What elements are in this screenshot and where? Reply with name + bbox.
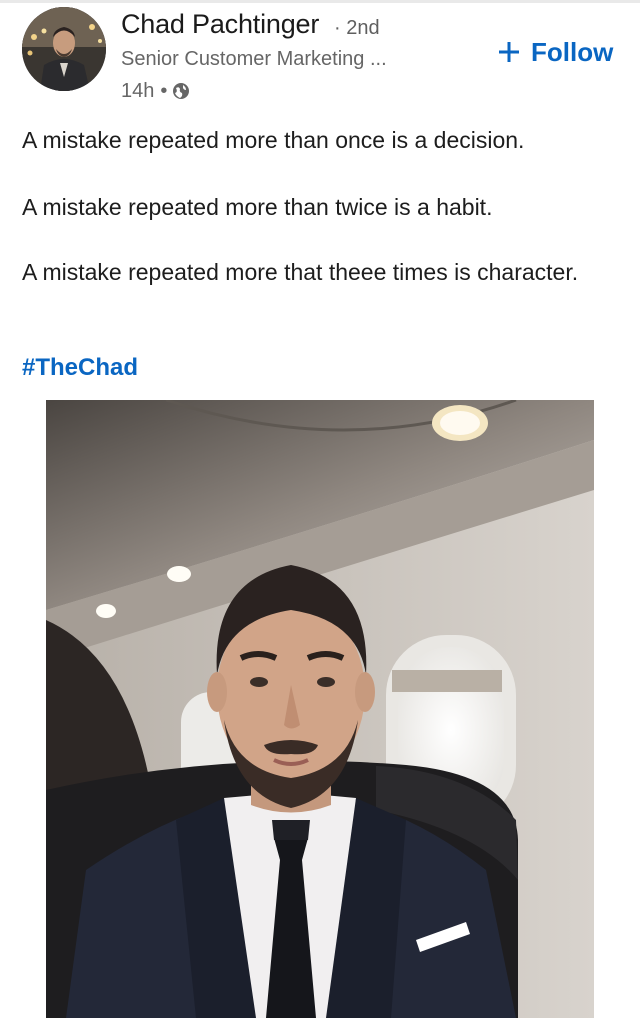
post-meta: 14h • <box>121 78 190 104</box>
hashtag-link[interactable]: #TheChad <box>22 354 138 382</box>
post-time: 14h <box>121 79 155 102</box>
airplane-selfie-photo <box>46 400 594 1018</box>
author-avatar[interactable] <box>22 7 106 91</box>
plus-icon <box>497 40 521 64</box>
globe-icon <box>172 82 190 100</box>
author-headline: Senior Customer Marketing ... <box>121 48 387 70</box>
meta-separator: • <box>160 79 168 102</box>
author-name[interactable]: Chad Pachtinger <box>121 9 319 40</box>
post-header: Chad Pachtinger · 2nd Senior Customer Ma… <box>0 0 640 115</box>
post-image[interactable] <box>46 400 594 1018</box>
connection-degree: · 2nd <box>334 17 380 39</box>
post-line: A mistake repeated more than once is a d… <box>22 127 525 153</box>
post-line: A mistake repeated more than twice is a … <box>22 194 493 220</box>
follow-label: Follow <box>531 36 614 67</box>
avatar-photo <box>22 7 106 91</box>
follow-button[interactable]: Follow <box>497 34 613 70</box>
post-line: A mistake repeated more that theee times… <box>22 259 579 285</box>
